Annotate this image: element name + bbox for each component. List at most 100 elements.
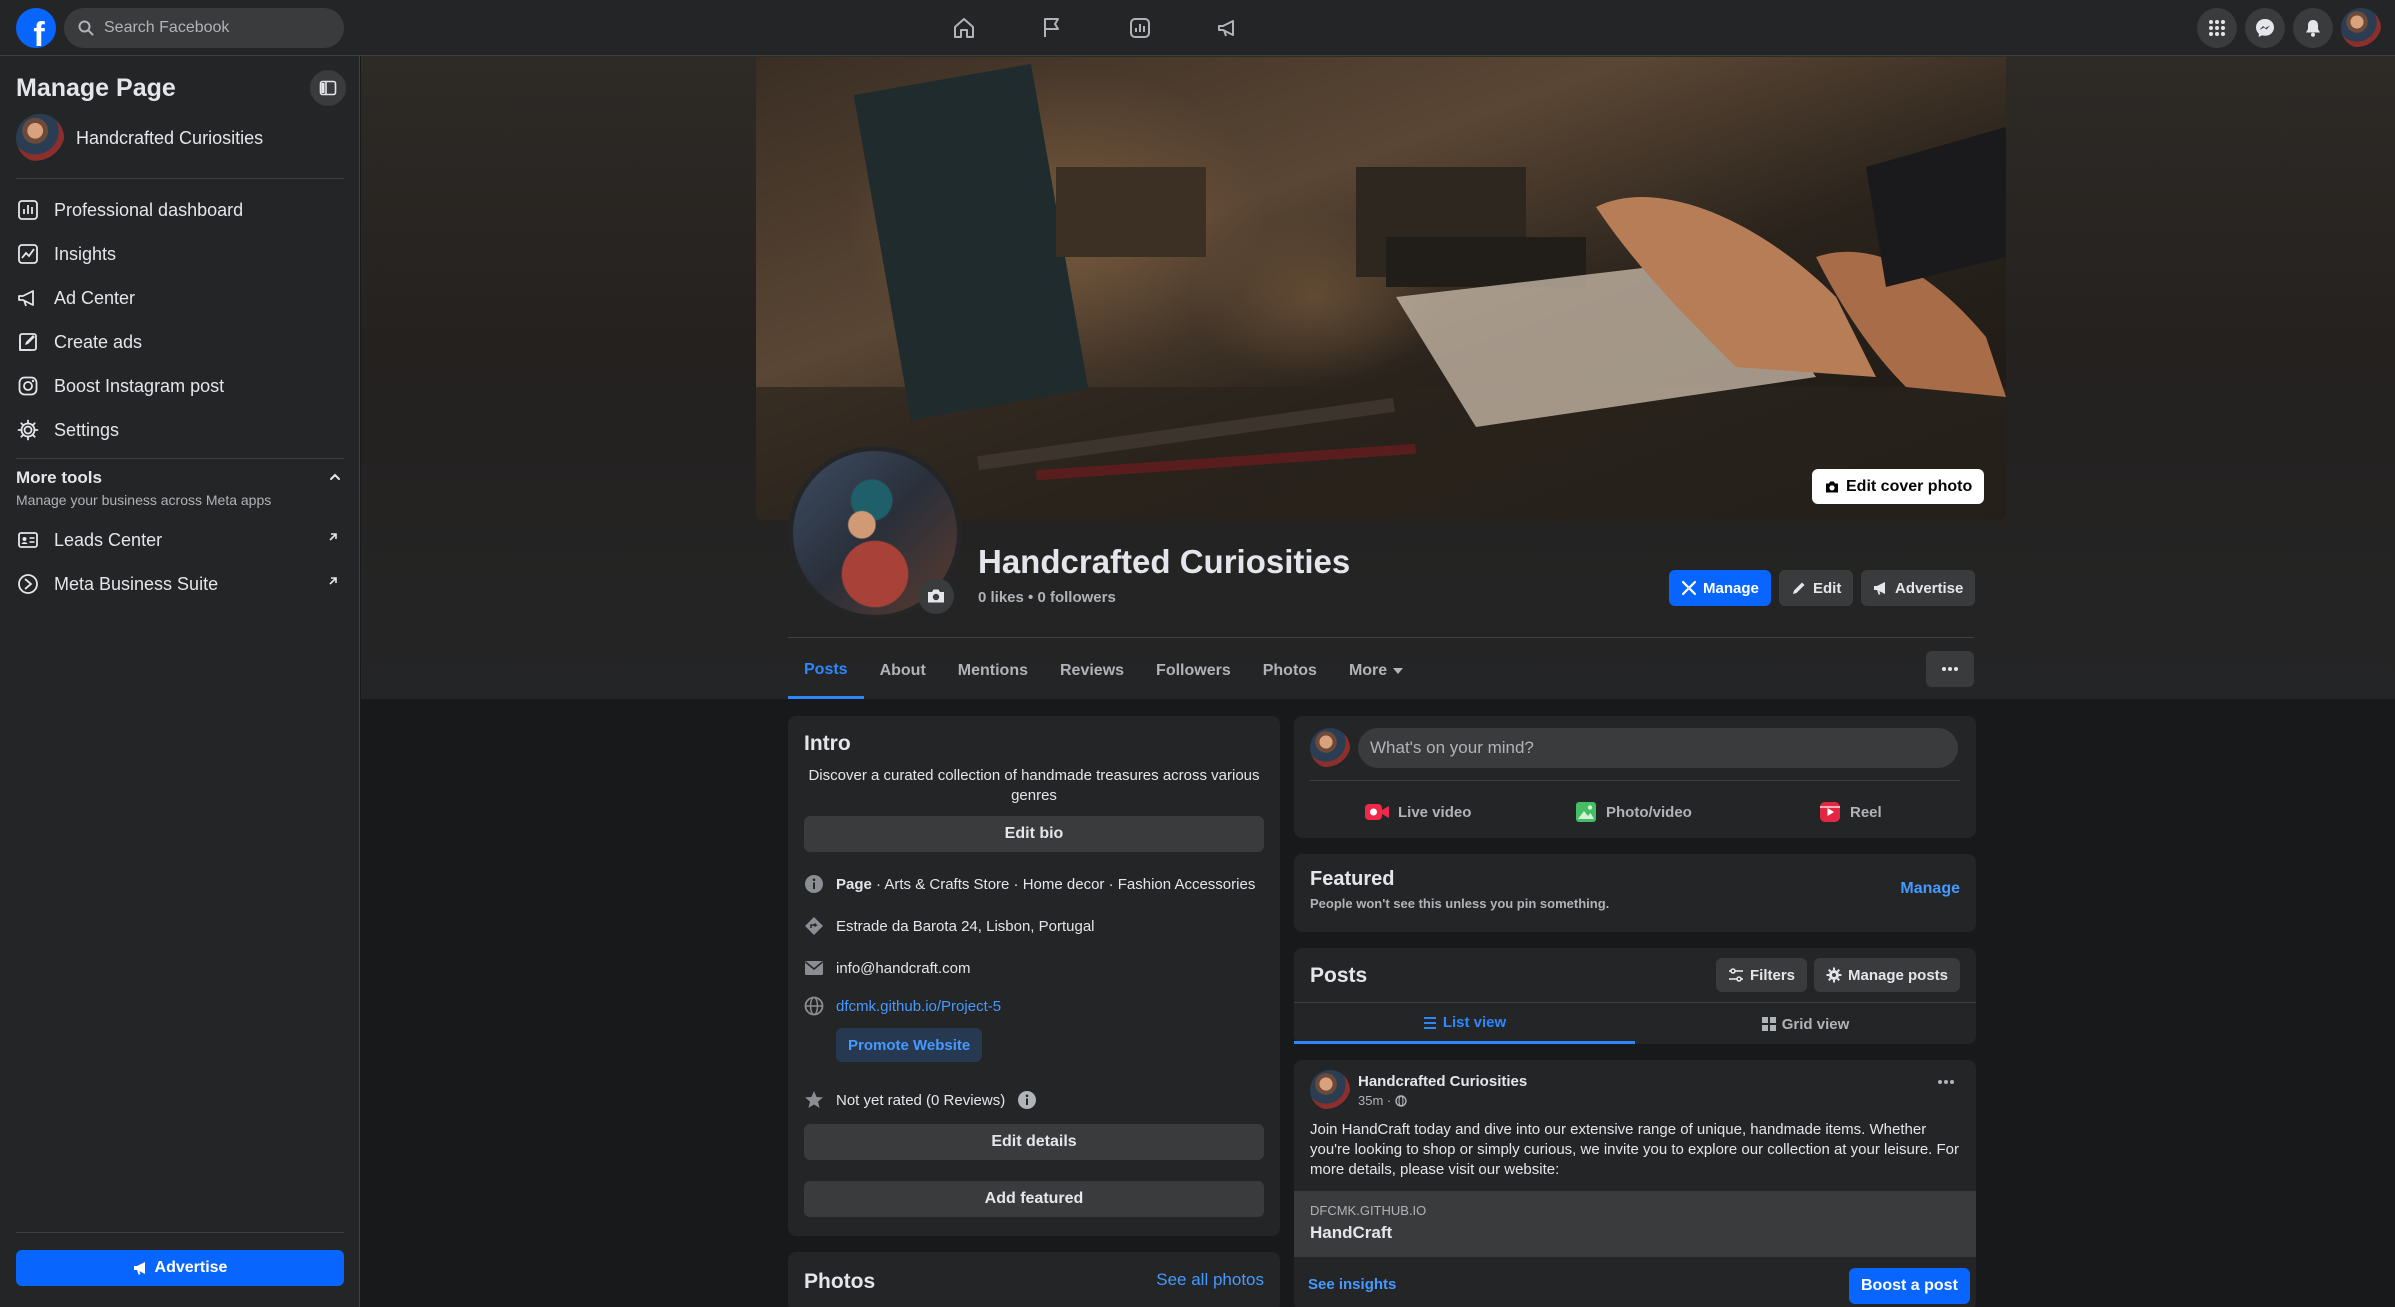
link-preview[interactable]: DFCMK.GITHUB.IO HandCraft [1294, 1191, 1976, 1257]
more-options-button[interactable] [1926, 651, 1974, 687]
website-row: dfcmk.github.io/Project-5 [804, 996, 1001, 1016]
page-category-row: Page · Arts & Crafts Store · Home decor … [804, 874, 1255, 894]
notifications-icon[interactable] [2293, 8, 2333, 48]
gear-icon [1826, 967, 1842, 983]
page-tabs: Posts About Mentions Reviews Followers P… [788, 643, 1419, 699]
advertise-label: Advertise [1895, 579, 1964, 597]
search-box[interactable] [64, 8, 344, 48]
manage-posts-button[interactable]: Manage posts [1814, 958, 1961, 992]
chevron-up-icon[interactable] [328, 470, 342, 484]
sidebar-item-label: Ad Center [54, 287, 136, 308]
sidebar-item-label: Settings [54, 419, 120, 440]
tab-posts[interactable]: Posts [788, 643, 864, 699]
posts-title: Posts [1310, 964, 1368, 987]
photo-video-button[interactable]: Photo/video [1574, 792, 1692, 832]
tab-about[interactable]: About [864, 643, 942, 699]
main-nav [944, 10, 1248, 46]
sidebar-item-meta-business-suite[interactable]: Meta Business Suite [16, 564, 344, 604]
account-avatar[interactable] [2341, 8, 2381, 48]
edit-cover-photo-button[interactable]: Edit cover photo [1812, 469, 1985, 504]
flag-icon[interactable] [1032, 10, 1072, 46]
tab-more[interactable]: More [1333, 643, 1419, 699]
reel-button[interactable]: Reel [1818, 792, 1882, 832]
post-options-icon[interactable] [1938, 1080, 1954, 1084]
edit-button[interactable]: Edit [1779, 570, 1854, 606]
manage-button[interactable]: Manage [1669, 570, 1771, 606]
featured-title: Featured [1310, 868, 1395, 890]
button-label: Edit details [991, 1133, 1077, 1150]
info-icon[interactable] [1017, 1090, 1037, 1110]
tab-label: Grid view [1781, 1015, 1850, 1033]
collapse-sidebar-icon[interactable] [310, 70, 346, 106]
sidebar-item-settings[interactable]: Settings [16, 410, 344, 450]
gear-icon [16, 418, 40, 442]
search-input[interactable] [104, 19, 324, 37]
sidebar-item-insights[interactable]: Insights [16, 234, 344, 274]
megaphone-icon[interactable] [1208, 10, 1248, 46]
insights-icon[interactable] [1120, 10, 1160, 46]
home-icon[interactable] [944, 10, 984, 46]
post-author-avatar[interactable] [1310, 1070, 1350, 1110]
category-prefix: Page [836, 875, 872, 893]
sidebar-item-ad-center[interactable]: Ad Center [16, 278, 344, 318]
tab-photos[interactable]: Photos [1247, 643, 1333, 699]
see-insights-link[interactable]: See insights [1308, 1276, 1396, 1293]
sidebar-item-label: Create ads [54, 331, 143, 352]
business-suite-icon [16, 572, 40, 596]
tab-reviews[interactable]: Reviews [1044, 643, 1140, 699]
intro-title: Intro [804, 732, 851, 755]
button-label: Live video [1398, 803, 1472, 821]
sidebar-item-boost-instagram[interactable]: Boost Instagram post [16, 366, 344, 406]
sidebar-item-leads-center[interactable]: Leads Center [16, 520, 344, 560]
tab-label: Followers [1156, 662, 1231, 679]
camera-icon[interactable] [918, 578, 954, 614]
sidebar-item-professional-dashboard[interactable]: Professional dashboard [16, 190, 344, 230]
post-time[interactable]: 35m · [1358, 1093, 1391, 1108]
see-all-photos-link[interactable]: See all photos [1156, 1270, 1264, 1290]
tab-followers[interactable]: Followers [1140, 643, 1247, 699]
sidebar-advertise-button[interactable]: Advertise [16, 1250, 344, 1286]
advertise-button[interactable]: Advertise [1861, 570, 1976, 606]
facebook-logo[interactable]: f [16, 8, 56, 48]
menu-grid-icon[interactable] [2197, 8, 2237, 48]
cover-photo[interactable] [756, 57, 2006, 520]
list-view-tab[interactable]: List view [1294, 1004, 1635, 1044]
grid-view-tab[interactable]: Grid view [1635, 1004, 1976, 1044]
messenger-icon[interactable] [2245, 8, 2285, 48]
edit-bio-button[interactable]: Edit bio [804, 816, 1264, 852]
page-avatar [16, 114, 64, 162]
add-featured-button[interactable]: Add featured [804, 1181, 1264, 1217]
top-bar: f [0, 0, 2395, 56]
tab-mentions[interactable]: Mentions [942, 643, 1044, 699]
button-label: Edit bio [1004, 825, 1064, 842]
tab-label: Mentions [957, 662, 1028, 679]
globe-icon [804, 996, 824, 1016]
rating-row: Not yet rated (0 Reviews) [804, 1090, 1037, 1110]
promote-website-button[interactable]: Promote Website [836, 1028, 983, 1062]
sidebar-page-switcher[interactable]: Handcrafted Curiosities [16, 114, 263, 162]
composer-input[interactable]: What's on your mind? [1358, 728, 1958, 768]
featured-card: Featured People won't see this unless yo… [1294, 854, 1976, 932]
featured-manage-link[interactable]: Manage [1900, 880, 1960, 898]
sidebar-page-name: Handcrafted Curiosities [76, 127, 264, 148]
edit-details-button[interactable]: Edit details [804, 1124, 1264, 1160]
more-tools-title: More tools [16, 468, 102, 487]
tab-label: Reviews [1060, 662, 1125, 679]
boost-post-button[interactable]: Boost a post [1849, 1268, 1970, 1304]
intro-bio: Discover a curated collection of handmad… [808, 767, 1260, 804]
live-video-button[interactable]: Live video [1364, 792, 1471, 832]
sidebar-item-label: Insights [54, 243, 117, 264]
live-video-icon [1364, 801, 1390, 823]
megaphone-icon [16, 286, 40, 310]
divider [16, 178, 344, 179]
edit-label: Edit [1813, 579, 1842, 597]
filters-button[interactable]: Filters [1716, 958, 1808, 992]
website-link[interactable]: dfcmk.github.io/Project-5 [836, 998, 1001, 1015]
more-tools-subtitle: Manage your business across Meta apps [16, 492, 272, 508]
post-card: Handcrafted Curiosities 35m · Join HandC… [1294, 1060, 1976, 1307]
sidebar-item-create-ads[interactable]: Create ads [16, 322, 344, 362]
external-link-icon [326, 574, 340, 588]
post-author[interactable]: Handcrafted Curiosities [1358, 1073, 1527, 1090]
location-icon [804, 916, 824, 936]
edit-cover-label: Edit cover photo [1846, 477, 1973, 495]
